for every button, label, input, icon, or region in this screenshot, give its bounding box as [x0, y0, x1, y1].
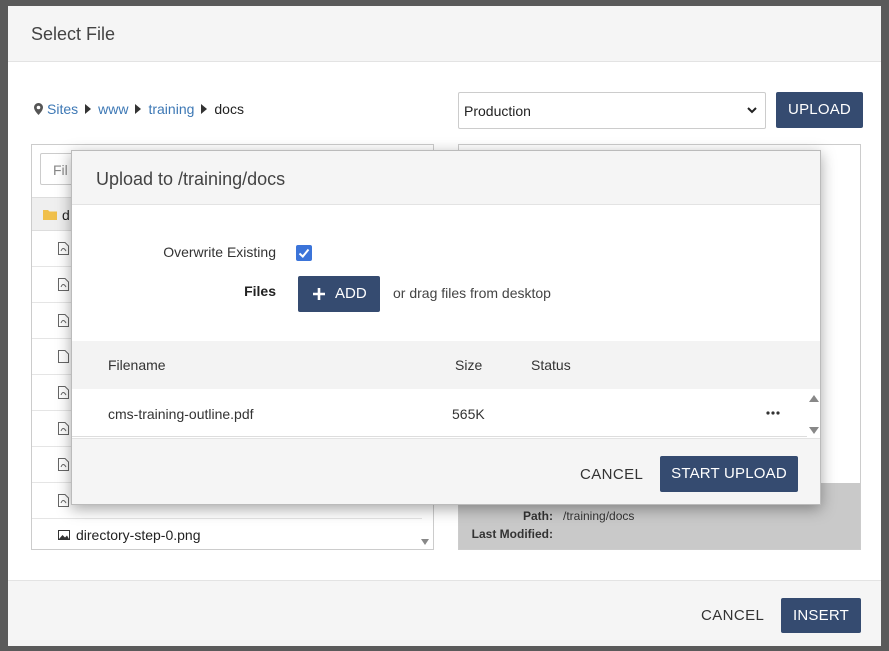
image-file-icon [58, 530, 70, 540]
scroll-down-arrow[interactable] [809, 427, 819, 434]
breadcrumb-sites[interactable]: Sites [47, 101, 78, 117]
file-name: directory-step-0.png [76, 527, 201, 543]
overwrite-existing-checkbox[interactable] [296, 245, 312, 261]
file-row[interactable]: directory-step-0.png [58, 527, 201, 543]
upload-modal: Upload to /training/docs Overwrite Exist… [71, 150, 821, 505]
caret-right-icon [85, 104, 92, 114]
chevron-down-icon [747, 107, 757, 114]
modal-footer: CANCEL START UPLOAD [72, 438, 820, 504]
environment-select-value: Production [464, 103, 531, 119]
folder-icon [43, 210, 57, 220]
column-status: Status [531, 357, 571, 373]
modal-cancel-button[interactable]: CANCEL [580, 466, 643, 483]
modal-title: Upload to /training/docs [96, 169, 286, 189]
pdf-file-icon [58, 242, 69, 255]
files-label: Files [244, 283, 276, 299]
table-row[interactable]: cms-training-outline.pdf 565K [72, 389, 807, 437]
check-icon [298, 248, 310, 258]
last-modified-label: Last Modified: [471, 527, 553, 541]
folder-label: d [62, 207, 70, 223]
column-size: Size [455, 357, 483, 373]
column-filename: Filename [108, 357, 166, 373]
add-files-label: ADD [335, 285, 367, 302]
dialog-footer: CANCEL INSERT [8, 580, 881, 646]
upload-table-header: Filename Size Status [72, 341, 820, 389]
path-value: /training/docs [563, 509, 635, 523]
environment-select[interactable]: Production [458, 92, 766, 129]
scroll-down-arrow[interactable] [421, 539, 429, 545]
caret-right-icon [201, 104, 208, 114]
insert-button[interactable]: INSERT [781, 598, 861, 633]
document-icon [58, 350, 69, 363]
start-upload-button[interactable]: START UPLOAD [660, 456, 798, 492]
more-options-icon[interactable] [765, 405, 781, 421]
dialog-title: Select File [31, 24, 116, 44]
row-size: 565K [452, 406, 485, 422]
plus-icon [313, 288, 325, 300]
breadcrumb-docs: docs [214, 101, 244, 117]
pdf-file-icon [58, 278, 69, 291]
caret-right-icon [135, 104, 142, 114]
breadcrumb: Sites www training docs [34, 101, 244, 117]
pdf-file-icon [58, 422, 69, 435]
dialog-header: Select File [8, 6, 881, 62]
pdf-file-icon [58, 494, 69, 507]
add-files-button[interactable]: ADD [298, 276, 380, 312]
overwrite-existing-label: Overwrite Existing [163, 244, 276, 260]
pdf-file-icon [58, 458, 69, 471]
breadcrumb-training[interactable]: training [148, 101, 194, 117]
pdf-file-icon [58, 386, 69, 399]
path-label: Path: [523, 509, 553, 523]
upload-button[interactable]: UPLOAD [776, 92, 863, 128]
row-filename: cms-training-outline.pdf [108, 406, 254, 422]
modal-header: Upload to /training/docs [72, 151, 820, 205]
scroll-up-arrow[interactable] [809, 395, 819, 402]
breadcrumb-www[interactable]: www [98, 101, 128, 117]
cancel-button[interactable]: CANCEL [701, 607, 764, 624]
map-pin-icon [34, 103, 43, 115]
pdf-file-icon [58, 314, 69, 327]
drag-hint: or drag files from desktop [393, 285, 551, 301]
